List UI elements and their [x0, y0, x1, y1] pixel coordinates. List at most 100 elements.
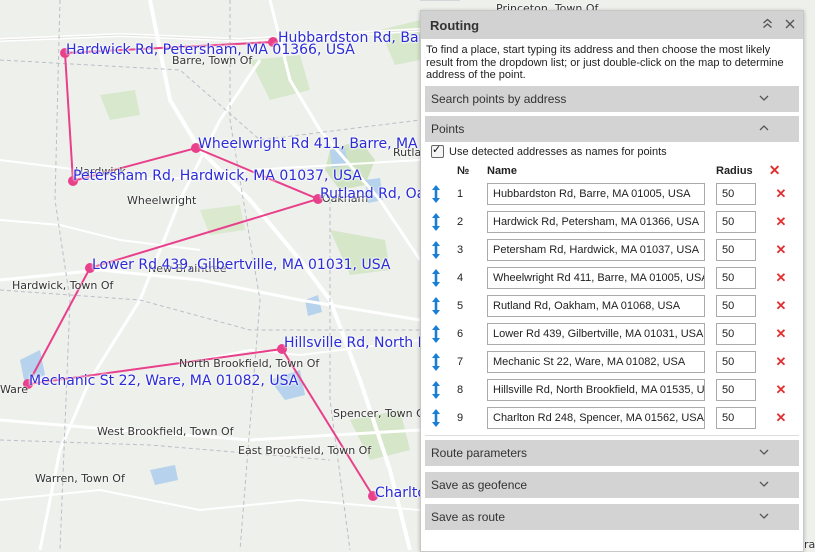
route-point-label-8[interactable]: Hillsville Rd, North I — [284, 335, 422, 351]
map-label-west-brookfield: West Brookfield, Town Of — [97, 425, 234, 438]
point-number: 1 — [457, 187, 464, 200]
chevron-up-icon — [759, 124, 769, 130]
chevron-down-icon — [759, 449, 769, 455]
chevron-down-icon — [759, 513, 769, 519]
drag-handle-icon[interactable] — [429, 240, 443, 260]
point-name-input[interactable]: Charlton Rd 248, Spencer, MA 01562, USA — [487, 406, 705, 429]
drag-handle-icon[interactable] — [429, 324, 443, 344]
point-number: 3 — [457, 243, 464, 256]
point-row: 5 Rutland Rd, Oakham, MA 01068, USA 50 ✕ — [421, 292, 803, 320]
points-list: 1 Hubbardston Rd, Barre, MA 01005, USA 50 ✕… — [421, 180, 803, 432]
map-label-east-brookfield: East Brookfield, Town Of — [238, 444, 372, 457]
point-row: 6 Lower Rd 439, Gilbertville, MA 01031, U… — [421, 320, 803, 348]
route-point-label-5[interactable]: Rutland Rd, Oa — [320, 186, 425, 202]
point-radius-input[interactable]: 50 — [716, 210, 756, 233]
panel-header: Routing — [421, 11, 803, 39]
point-name-input[interactable]: Rutland Rd, Oakham, MA 01068, USA — [487, 294, 705, 317]
chevron-down-icon — [759, 481, 769, 487]
close-panel-icon[interactable] — [785, 17, 795, 32]
point-radius-input[interactable]: 50 — [716, 378, 756, 401]
route-point-label-7[interactable]: Mechanic St 22, Ware, MA 01082, USA — [29, 373, 298, 389]
col-name-header: Name — [487, 164, 517, 177]
delete-point-icon[interactable]: ✕ — [775, 270, 787, 286]
point-name-input[interactable]: Petersham Rd, Hardwick, MA 01037, USA — [487, 238, 705, 261]
point-radius-input[interactable]: 50 — [716, 294, 756, 317]
point-radius-input[interactable]: 50 — [716, 406, 756, 429]
point-number: 4 — [457, 271, 464, 284]
point-number: 8 — [457, 383, 464, 396]
point-number: 5 — [457, 299, 464, 312]
point-row: 8 Hillsville Rd, North Brookfield, MA 015… — [421, 376, 803, 404]
point-number: 2 — [457, 215, 464, 228]
use-detected-label: Use detected addresses as names for poin… — [449, 145, 667, 158]
point-radius-input[interactable]: 50 — [716, 182, 756, 205]
point-radius-input[interactable]: 50 — [716, 238, 756, 261]
point-name-input[interactable]: Mechanic St 22, Ware, MA 01082, USA — [487, 350, 705, 373]
route-params-label: Route parameters — [431, 445, 528, 460]
intro-text: To find a place, start typing its addres… — [426, 44, 784, 81]
save-geofence-label: Save as geofence — [431, 477, 528, 492]
points-section-header[interactable]: Points — [425, 115, 799, 142]
drag-handle-icon[interactable] — [429, 380, 443, 400]
map-label-spencer: Spencer, Town Of — [333, 407, 429, 420]
map-label-wheelwright: Wheelwright — [127, 194, 197, 207]
points-section-label: Points — [431, 121, 465, 136]
point-row: 3 Petersham Rd, Hardwick, MA 01037, USA 50… — [421, 236, 803, 264]
point-radius-input[interactable]: 50 — [716, 322, 756, 345]
delete-point-icon[interactable]: ✕ — [775, 354, 787, 370]
collapse-panel-icon[interactable] — [762, 17, 773, 32]
delete-all-icon[interactable]: ✕ — [769, 162, 781, 179]
delete-point-icon[interactable]: ✕ — [775, 410, 787, 426]
save-route-section-header[interactable]: Save as route — [425, 503, 799, 530]
drag-handle-icon[interactable] — [429, 212, 443, 232]
map-label-north-brookfield: North Brookfield, Town Of — [179, 357, 320, 370]
drag-handle-icon[interactable] — [429, 268, 443, 288]
search-section-header[interactable]: Search points by address — [425, 85, 799, 112]
point-number: 6 — [457, 327, 464, 340]
route-point-label-4[interactable]: Wheelwright Rd 411, Barre, MA — [198, 136, 418, 152]
point-row: 7 Mechanic St 22, Ware, MA 01082, USA 50 ✕ — [421, 348, 803, 376]
delete-point-icon[interactable]: ✕ — [775, 382, 787, 398]
point-row: 4 Wheelwright Rd 411, Barre, MA 01005, US… — [421, 264, 803, 292]
routing-panel: Routing To find a place, start typing it… — [420, 10, 804, 552]
col-radius-header: Radius — [716, 164, 753, 177]
delete-point-icon[interactable]: ✕ — [775, 242, 787, 258]
drag-handle-icon[interactable] — [429, 296, 443, 316]
point-row: 1 Hubbardston Rd, Barre, MA 01005, USA 50 ✕ — [421, 180, 803, 208]
delete-point-icon[interactable]: ✕ — [775, 214, 787, 230]
drag-handle-icon[interactable] — [429, 352, 443, 372]
chevron-down-icon — [759, 95, 769, 101]
delete-point-icon[interactable]: ✕ — [775, 298, 787, 314]
route-point-label-6[interactable]: Lower Rd 439, Gilbertville, MA 01031, US… — [92, 257, 390, 273]
point-name-input[interactable]: Hillsville Rd, North Brookfield, MA 0153… — [487, 378, 705, 401]
point-number: 9 — [457, 411, 464, 424]
route-point-label-9[interactable]: Charlto — [375, 485, 426, 501]
save-route-label: Save as route — [431, 509, 506, 524]
point-name-input[interactable]: Hardwick Rd, Petersham, MA 01366, USA — [487, 210, 705, 233]
divider — [425, 434, 799, 436]
use-detected-checkbox[interactable] — [431, 143, 444, 158]
drag-handle-icon[interactable] — [429, 184, 443, 204]
delete-point-icon[interactable]: ✕ — [775, 186, 787, 202]
point-number: 7 — [457, 355, 464, 368]
drag-handle-icon[interactable] — [429, 408, 443, 428]
point-row: 2 Hardwick Rd, Petersham, MA 01366, USA 50… — [421, 208, 803, 236]
map-label-ware: Ware — [0, 383, 28, 396]
point-name-input[interactable]: Lower Rd 439, Gilbertville, MA 01031, US… — [487, 322, 705, 345]
map-label-warren: Warren, Town Of — [35, 472, 125, 485]
route-point-label-3[interactable]: Petersham Rd, Hardwick, MA 01037, USA — [73, 168, 362, 184]
point-row: 9 Charlton Rd 248, Spencer, MA 01562, USA… — [421, 404, 803, 432]
col-num-header: № — [457, 164, 470, 177]
route-point-label-2[interactable]: Hardwick Rd, Petersham, MA 01366, USA — [66, 42, 355, 58]
delete-point-icon[interactable]: ✕ — [775, 326, 787, 342]
save-geofence-section-header[interactable]: Save as geofence — [425, 471, 799, 498]
point-name-input[interactable]: Wheelwright Rd 411, Barre, MA 01005, USA — [487, 266, 705, 289]
search-section-label: Search points by address — [431, 91, 567, 106]
use-detected-row[interactable]: Use detected addresses as names for poin… — [431, 143, 803, 160]
route-params-section-header[interactable]: Route parameters — [425, 439, 799, 466]
map-label-hardwick-town: Hardwick, Town Of — [12, 279, 114, 292]
point-radius-input[interactable]: 50 — [716, 350, 756, 373]
point-radius-input[interactable]: 50 — [716, 266, 756, 289]
point-name-input[interactable]: Hubbardston Rd, Barre, MA 01005, USA — [487, 182, 705, 205]
panel-title: Routing — [430, 17, 480, 33]
